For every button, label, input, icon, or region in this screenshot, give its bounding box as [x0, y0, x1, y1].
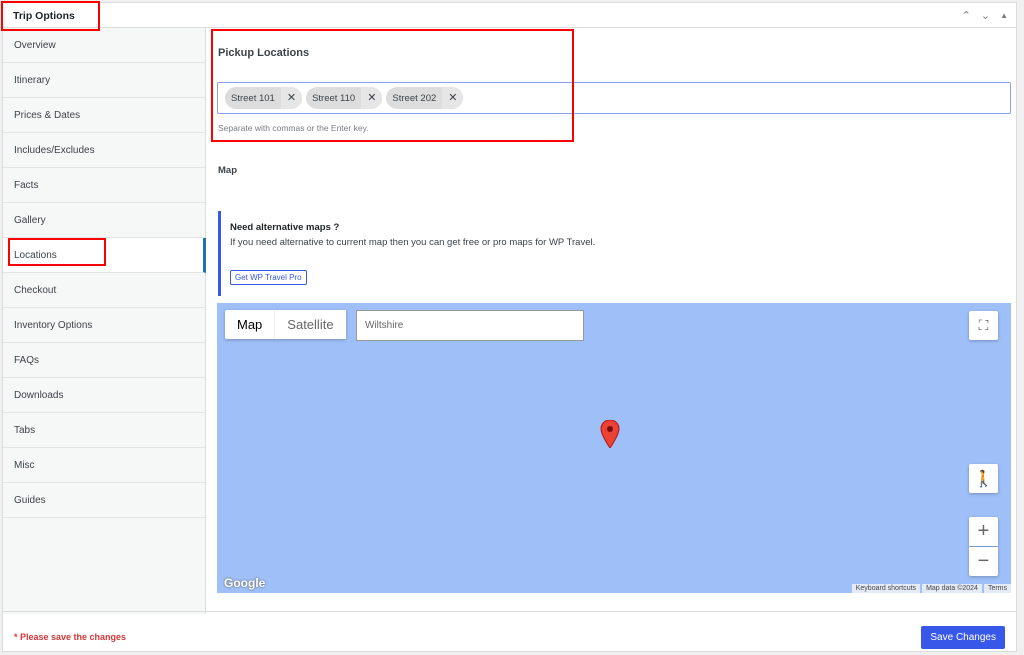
get-wp-travel-pro-button[interactable]: Get WP Travel Pro	[230, 270, 307, 285]
map-data-attribution: Map data ©2024	[922, 584, 982, 593]
highlight-box-title	[1, 1, 100, 31]
toggle-panel-icon[interactable]: ▲	[1000, 11, 1008, 22]
fullscreen-button[interactable]: ⛶	[969, 311, 998, 340]
highlight-box-locations	[8, 238, 106, 266]
panel-header: Trip Options ⌃ ⌄ ▲	[3, 3, 1016, 28]
sidebar-item-faqs[interactable]: FAQs	[3, 343, 205, 378]
sidebar-item-misc[interactable]: Misc	[3, 448, 205, 483]
highlight-box-pickup	[211, 29, 574, 142]
google-logo: Google	[224, 576, 266, 590]
map-label: Map	[218, 165, 237, 176]
notice-title: Need alternative maps ?	[230, 222, 340, 233]
sidebar-item-tabs[interactable]: Tabs	[3, 413, 205, 448]
keyboard-shortcuts-link[interactable]: Keyboard shortcuts	[851, 584, 921, 593]
alt-maps-notice: Need alternative maps ? If you need alte…	[218, 211, 618, 296]
sidebar-item-facts[interactable]: Facts	[3, 168, 205, 203]
sidebar-item-prices-dates[interactable]: Prices & Dates	[3, 98, 205, 133]
map-type-map[interactable]: Map	[225, 310, 274, 339]
sidebar-item-downloads[interactable]: Downloads	[3, 378, 205, 413]
sidebar-item-gallery[interactable]: Gallery	[3, 203, 205, 238]
sidebar-item-guides[interactable]: Guides	[3, 483, 205, 518]
terms-link[interactable]: Terms	[983, 584, 1011, 593]
street-view-pegman-icon[interactable]: 🚶	[969, 464, 998, 493]
map-marker-icon[interactable]	[600, 420, 620, 448]
footer: * Please save the changes Save Changes	[3, 611, 1016, 651]
zoom-out-button[interactable]: −	[969, 547, 998, 576]
zoom-in-button[interactable]: +	[969, 517, 998, 546]
sidebar-item-inventory-options[interactable]: Inventory Options	[3, 308, 205, 343]
map-search-input[interactable]	[356, 310, 584, 341]
move-up-icon[interactable]: ⌃	[962, 9, 971, 22]
google-map[interactable]: Map Satellite ⛶ 🚶 + − Google Keyboard sh…	[217, 303, 1011, 593]
sidebar-item-includes-excludes[interactable]: Includes/Excludes	[3, 133, 205, 168]
save-warning: * Please save the changes	[14, 632, 127, 642]
move-down-icon[interactable]: ⌄	[981, 9, 990, 22]
map-type-satellite[interactable]: Satellite	[274, 310, 346, 339]
sidebar-item-itinerary[interactable]: Itinerary	[3, 63, 205, 98]
sidebar-item-overview[interactable]: Overview	[3, 28, 205, 63]
sidebar-item-checkout[interactable]: Checkout	[3, 273, 205, 308]
sidebar: Overview Itinerary Prices & Dates Includes/…	[3, 28, 206, 614]
notice-description: If you need alternative to current map t…	[230, 237, 596, 248]
save-changes-button[interactable]: Save Changes	[921, 626, 1005, 649]
